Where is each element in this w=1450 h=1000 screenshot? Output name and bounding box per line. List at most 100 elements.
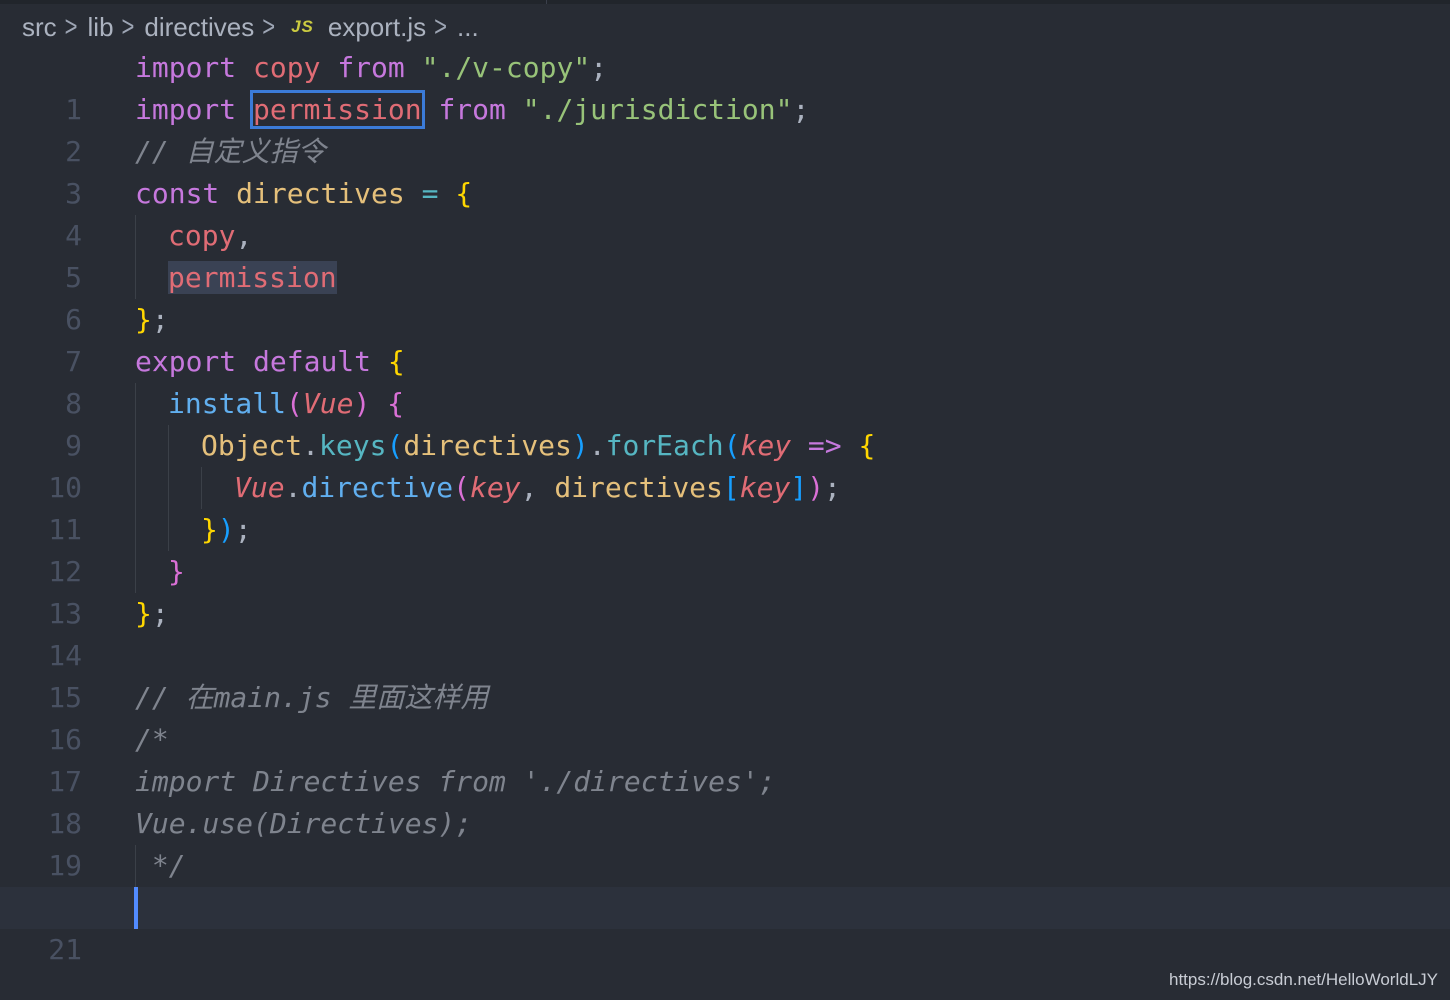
current-line[interactable]: 21 bbox=[0, 887, 1450, 966]
code-line[interactable]: 18 import Directives from './directives'… bbox=[0, 761, 1450, 840]
breadcrumb: src > lib > directives > JS export.js > … bbox=[22, 8, 479, 46]
code-line[interactable]: 19 Vue.use(Directives); bbox=[0, 803, 1450, 882]
token: Vue bbox=[302, 387, 354, 420]
token: ; bbox=[151, 303, 169, 336]
code-editor[interactable]: 1 import copy from "./v-copy"; 2 import … bbox=[0, 47, 1450, 966]
word-highlight: permission bbox=[168, 261, 337, 294]
code-text[interactable]: install(Vue) { bbox=[168, 383, 404, 425]
code-line[interactable]: 17 /* bbox=[0, 719, 1450, 798]
code-line[interactable]: 5 copy, bbox=[0, 215, 1450, 294]
token: copy bbox=[168, 219, 236, 252]
code-text[interactable]: copy, bbox=[168, 215, 252, 257]
token: ; bbox=[151, 597, 169, 630]
token: ) bbox=[807, 471, 825, 504]
token: ( bbox=[386, 429, 404, 462]
token: Vue bbox=[234, 471, 285, 504]
token: import bbox=[135, 93, 237, 126]
token: . bbox=[588, 429, 606, 462]
token: ; bbox=[792, 93, 810, 126]
chevron-right-icon: > bbox=[121, 10, 135, 43]
comment-text[interactable]: Vue.use(Directives); bbox=[135, 803, 472, 845]
token: ) bbox=[353, 387, 371, 420]
indent-guide bbox=[201, 467, 202, 509]
indent-guide bbox=[135, 467, 136, 509]
comment-text[interactable]: // 自定义指令 bbox=[135, 131, 326, 173]
token: directive bbox=[301, 471, 454, 504]
code-line[interactable]: 2 import permission from "./jurisdiction… bbox=[0, 89, 1450, 168]
token: } bbox=[201, 513, 218, 546]
code-text[interactable]: Object.keys(directives).forEach(key => { bbox=[201, 425, 875, 467]
indent-guide bbox=[135, 215, 136, 257]
selected-word[interactable]: permission bbox=[250, 90, 425, 129]
code-text[interactable]: const directives = { bbox=[135, 173, 472, 215]
token: { bbox=[455, 177, 473, 210]
breadcrumb-file[interactable]: export.js bbox=[328, 12, 426, 43]
breadcrumb-lib[interactable]: lib bbox=[88, 12, 114, 43]
chevron-right-icon: > bbox=[262, 10, 276, 43]
code-text[interactable]: export default { bbox=[135, 341, 405, 383]
token: } bbox=[135, 597, 152, 630]
code-text[interactable]: permission bbox=[168, 257, 337, 299]
token: ; bbox=[234, 513, 252, 546]
token: . bbox=[302, 429, 320, 462]
chevron-right-icon: > bbox=[64, 10, 78, 43]
code-line[interactable]: 20 */ bbox=[0, 845, 1450, 924]
code-text[interactable]: }; bbox=[135, 593, 169, 635]
code-line[interactable]: 16 // 在main.js 里面这样用 bbox=[0, 677, 1450, 756]
token: install bbox=[168, 387, 287, 420]
token: from bbox=[337, 51, 405, 84]
token: ] bbox=[790, 471, 808, 504]
token: directives bbox=[236, 177, 405, 210]
breadcrumb-symbols[interactable]: ... bbox=[457, 12, 479, 43]
code-text[interactable]: import copy from "./v-copy"; bbox=[135, 47, 607, 89]
code-line[interactable]: 11 Vue.directive(key, directives[key]); bbox=[0, 467, 1450, 546]
token: , bbox=[520, 471, 538, 504]
code-text[interactable]: }; bbox=[135, 299, 169, 341]
comment-text[interactable]: */ bbox=[135, 845, 186, 887]
token: key bbox=[470, 471, 521, 504]
code-line[interactable]: 4 const directives = { bbox=[0, 173, 1450, 252]
token: keys bbox=[319, 429, 387, 462]
breadcrumb-directives[interactable]: directives bbox=[144, 12, 254, 43]
code-line[interactable]: 12 }); bbox=[0, 509, 1450, 588]
token: } bbox=[135, 303, 152, 336]
code-text[interactable]: Vue.directive(key, directives[key]); bbox=[234, 467, 841, 509]
comment-text[interactable]: /* bbox=[135, 719, 169, 761]
indent-guide bbox=[135, 383, 136, 425]
code-text[interactable]: }); bbox=[201, 509, 252, 551]
code-line[interactable]: 1 import copy from "./v-copy"; bbox=[0, 47, 1450, 126]
token: "./v-copy" bbox=[421, 51, 591, 84]
code-line[interactable]: 6 permission bbox=[0, 257, 1450, 336]
token: ) bbox=[571, 429, 589, 462]
token: key bbox=[739, 471, 791, 504]
token: ( bbox=[723, 429, 741, 462]
watermark: https://blog.csdn.net/HelloWorldLJY bbox=[1169, 970, 1438, 989]
token: directives bbox=[403, 429, 572, 462]
breadcrumb-src[interactable]: src bbox=[22, 12, 57, 43]
code-line[interactable]: 15 bbox=[0, 635, 1450, 714]
token: ; bbox=[824, 471, 841, 504]
token: [ bbox=[722, 471, 740, 504]
code-line[interactable]: 9 install(Vue) { bbox=[0, 383, 1450, 462]
token: => bbox=[807, 429, 842, 462]
token: ) bbox=[217, 513, 235, 546]
indent-guide bbox=[168, 467, 169, 509]
code-line[interactable]: 8 export default { bbox=[0, 341, 1450, 420]
code-line[interactable]: 14 }; bbox=[0, 593, 1450, 672]
code-text[interactable]: import permission from "./jurisdiction"; bbox=[135, 89, 809, 131]
code-line[interactable]: 10 Object.keys(directives).forEach(key =… bbox=[0, 425, 1450, 504]
code-line[interactable]: 3 // 自定义指令 bbox=[0, 131, 1450, 210]
code-text[interactable]: } bbox=[168, 551, 185, 593]
tab-divider bbox=[546, 0, 547, 4]
code-line[interactable]: 7 }; bbox=[0, 299, 1450, 378]
comment-text[interactable]: // 在main.js 里面这样用 bbox=[135, 677, 488, 719]
token: const bbox=[135, 177, 220, 210]
token: = bbox=[421, 177, 439, 210]
comment-text[interactable]: import Directives from './directives'; bbox=[135, 761, 776, 803]
token: { bbox=[858, 429, 876, 462]
token: ( bbox=[286, 387, 303, 420]
chevron-right-icon: > bbox=[434, 10, 448, 43]
indent-guide bbox=[135, 509, 136, 551]
token: { bbox=[387, 387, 405, 420]
code-line[interactable]: 13 } bbox=[0, 551, 1450, 630]
